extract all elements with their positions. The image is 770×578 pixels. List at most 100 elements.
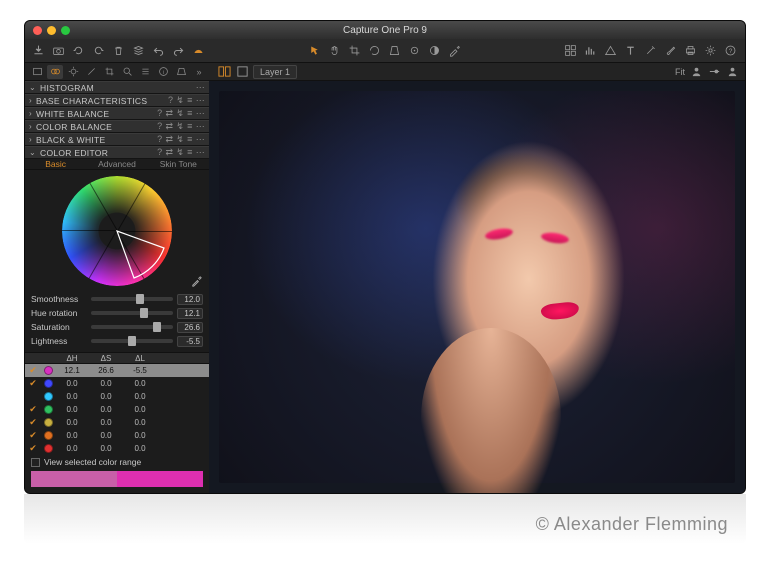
crop-icon[interactable] [347,44,361,58]
tab-details[interactable] [119,65,135,79]
process-icon[interactable] [191,44,205,58]
saturation-value[interactable]: 26.6 [177,322,203,333]
panel-white-balance[interactable]: ›WHITE BALANCE ?⇄↯≡⋯ [25,107,209,120]
row-check[interactable]: ✔ [25,365,41,376]
brush-icon[interactable] [663,44,677,58]
viewer[interactable] [209,81,745,493]
layout-single-icon[interactable] [235,65,249,79]
tab-output[interactable] [173,65,189,79]
color-wheel[interactable] [25,170,209,288]
tab-exposure[interactable] [65,65,81,79]
titlebar: Capture One Pro 9 [25,21,745,39]
tab-adjust[interactable] [137,65,153,79]
lightness-slider[interactable] [91,339,173,343]
row-swatch [41,418,55,427]
slider-icon[interactable] [707,65,721,79]
col-dh: ΔH [55,354,89,363]
keystone-icon[interactable] [387,44,401,58]
zoom-window-button[interactable] [61,26,70,35]
row-dl: 0.0 [123,431,157,440]
row-dh: 0.0 [55,379,89,388]
tab-skin-tone[interactable]: Skin Tone [148,159,209,169]
warning-icon[interactable] [603,44,617,58]
hand-icon[interactable] [327,44,341,58]
tab-basic[interactable]: Basic [25,159,86,169]
table-row[interactable]: ✔0.00.00.0 [25,377,209,390]
rotate-ccw-icon[interactable] [91,44,105,58]
layer-selector[interactable]: Layer 1 [253,65,297,79]
row-swatch [41,366,55,375]
help-icon[interactable]: ? [723,44,737,58]
table-row[interactable]: ✔0.00.00.0 [25,403,209,416]
panel-black-white[interactable]: ›BLACK & WHITE ?⇄↯≡⋯ [25,133,209,146]
fit-label[interactable]: Fit [675,67,685,77]
eyedropper-icon[interactable] [189,274,203,288]
table-row[interactable]: 0.00.00.0 [25,390,209,403]
row-check[interactable]: ✔ [25,404,41,415]
panel-color-balance[interactable]: ›COLOR BALANCE ?⇄↯≡⋯ [25,120,209,133]
grid-view-icon[interactable] [563,44,577,58]
tab-meta[interactable]: i [155,65,171,79]
tab-library[interactable] [29,65,45,79]
view-range-checkbox[interactable] [31,458,40,467]
row-swatch [41,379,55,388]
undo-icon[interactable] [151,44,165,58]
panel-histogram[interactable]: ⌄HISTOGRAM ⋯ [25,81,209,94]
import-icon[interactable] [31,44,45,58]
sidebar: ⌄HISTOGRAM ⋯ ›BASE CHARACTERISTICS ?↯≡⋯ … [25,81,209,493]
table-row[interactable]: ✔0.00.00.0 [25,442,209,455]
text-icon[interactable] [623,44,637,58]
col-dl: ΔL [123,354,157,363]
panel-base-characteristics[interactable]: ›BASE CHARACTERISTICS ?↯≡⋯ [25,94,209,107]
app-window: Capture One Pro 9 [24,20,746,494]
table-row[interactable]: ✔0.00.00.0 [25,429,209,442]
hue-value[interactable]: 12.1 [177,308,203,319]
redo-icon[interactable] [171,44,185,58]
camera-icon[interactable] [51,44,65,58]
saturation-slider[interactable] [91,325,173,329]
print-icon[interactable] [683,44,697,58]
tab-lens[interactable] [83,65,99,79]
row-check[interactable]: ✔ [25,417,41,428]
tab-advanced[interactable]: Advanced [86,159,147,169]
row-ds: 0.0 [89,392,123,401]
hue-label: Hue rotation [31,308,87,318]
svg-text:?: ? [728,48,732,55]
tab-color[interactable] [47,65,63,79]
lightness-value[interactable]: -5.5 [177,336,203,347]
spot-icon[interactable] [407,44,421,58]
smoothness-slider[interactable] [91,297,173,301]
row-check[interactable]: ✔ [25,378,41,389]
row-dl: -5.5 [123,366,157,375]
cursor-icon[interactable] [307,44,321,58]
smoothness-value[interactable]: 12.0 [177,294,203,305]
tab-more[interactable]: » [191,65,207,79]
row-dl: 0.0 [123,379,157,388]
user-icon[interactable] [689,65,703,79]
close-window-button[interactable] [33,26,42,35]
hue-slider[interactable] [91,311,173,315]
user2-icon[interactable] [725,65,739,79]
gear-icon[interactable] [703,44,717,58]
window-controls [33,26,70,35]
col-ds: ΔS [89,354,123,363]
trash-icon[interactable] [111,44,125,58]
histogram-icon[interactable] [583,44,597,58]
row-ds: 0.0 [89,379,123,388]
picker-icon[interactable] [447,44,461,58]
rotate-tool-icon[interactable] [367,44,381,58]
stack-icon[interactable] [131,44,145,58]
row-check[interactable]: ✔ [25,430,41,441]
tab-crop[interactable] [101,65,117,79]
row-dh: 12.1 [55,366,89,375]
wand-icon[interactable] [643,44,657,58]
row-check[interactable]: ✔ [25,443,41,454]
layout-multi-icon[interactable] [217,65,231,79]
layers-bar: Layer 1 [217,65,297,79]
minimize-window-button[interactable] [47,26,56,35]
rotate-cw-icon[interactable] [71,44,85,58]
mask-icon[interactable] [427,44,441,58]
panel-color-editor[interactable]: ⌄COLOR EDITOR ?⇄↯≡⋯ [25,146,209,159]
table-row[interactable]: ✔0.00.00.0 [25,416,209,429]
table-row[interactable]: ✔12.126.6-5.5 [25,364,209,377]
